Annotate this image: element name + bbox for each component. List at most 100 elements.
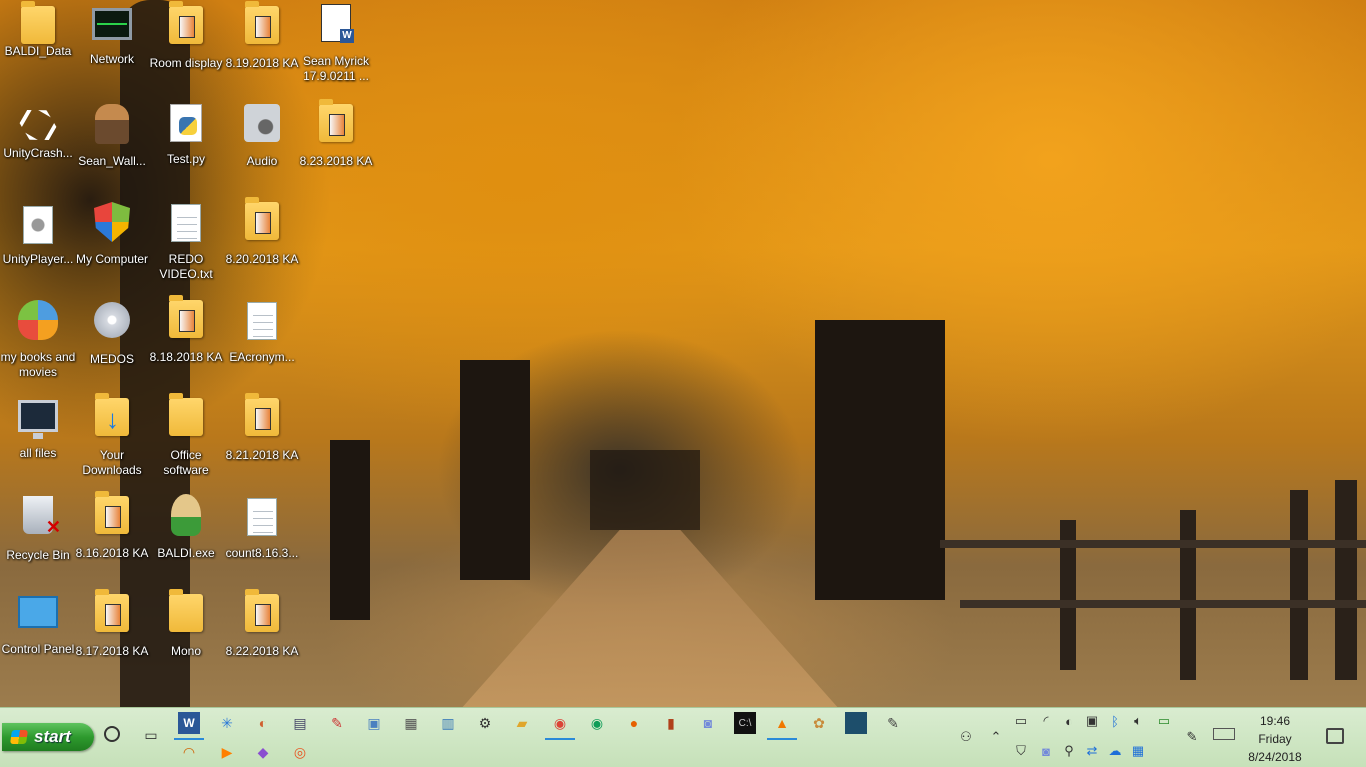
discord-icon[interactable]: ◙ — [697, 712, 719, 734]
windows-flag-icon — [10, 730, 28, 744]
desktop-icon-mono[interactable]: Mono — [148, 589, 224, 680]
chevron-up-icon[interactable]: ⌃ — [987, 728, 1005, 746]
notepad-icon[interactable]: ▥ — [437, 712, 459, 734]
volume-icon[interactable]: 🔈︎ — [1129, 712, 1147, 730]
chrome-app-icon[interactable]: ◉ — [545, 712, 575, 740]
desktop-icon-ka-8-20[interactable]: 8.20.2018 KA — [224, 197, 300, 288]
ubuntu-icon[interactable]: ◎ — [289, 741, 311, 763]
command-prompt-icon[interactable]: C:\ — [734, 712, 756, 734]
desktop-icon-unity-crash[interactable]: UnityCrash... — [0, 100, 76, 190]
control-panel-icon — [18, 596, 58, 628]
desktop-icon-baldi-exe[interactable]: BALDI.exe — [148, 492, 224, 582]
book-app-icon[interactable] — [845, 712, 867, 734]
ka-folder-icon — [169, 295, 203, 338]
icon-label: Your Downloads — [82, 448, 142, 477]
ka-folder-icon — [95, 589, 129, 632]
desktop-icon-baldi-data[interactable]: BALDI_Data — [0, 1, 76, 92]
shield-icon — [94, 202, 130, 242]
desktop-icon-ka-8-23[interactable]: 8.23.2018 KA — [298, 99, 374, 190]
document-app-icon[interactable]: ▤ — [289, 712, 311, 734]
icon-label: BALDI_Data — [4, 44, 72, 58]
desktop-icon-ka-8-22[interactable]: 8.22.2018 KA — [224, 589, 300, 680]
bluetooth-icon[interactable]: ᛒ — [1106, 712, 1124, 730]
wallpaper-tree-trunk — [460, 360, 530, 580]
firefox-icon[interactable]: ● — [623, 712, 645, 734]
onedrive-icon[interactable]: ☁ — [1106, 742, 1124, 760]
monitor-icon — [18, 400, 58, 439]
task-view-icon[interactable]: ▭ — [140, 724, 162, 746]
desktop-icon-room-display[interactable]: Room display — [148, 1, 224, 92]
app-icon[interactable]: ◆ — [252, 741, 274, 763]
vlc-icon[interactable]: ▲ — [767, 712, 797, 740]
desktop-icon-ka-8-18[interactable]: 8.18.2018 KA — [148, 295, 224, 386]
clock-date: 8/24/2018 — [1248, 750, 1302, 764]
desktop-icon-count[interactable]: count8.16.3... — [224, 492, 300, 582]
desktop-icon-ka-8-16[interactable]: 8.16.2018 KA — [74, 491, 150, 582]
calculator-icon[interactable]: ▦ — [400, 712, 422, 734]
desktop-icon-your-downloads[interactable]: Your Downloads — [74, 393, 150, 484]
desktop-icon-medos[interactable]: MEDOS — [74, 296, 150, 386]
media-player-icon[interactable]: ▶ — [216, 741, 238, 763]
icon-label: 8.18.2018 KA — [149, 350, 223, 364]
desktop-icon-test-py[interactable]: Test.py — [148, 100, 224, 190]
desktop-icon-recycle-bin[interactable]: Recycle Bin — [0, 492, 76, 582]
lock-icon[interactable]: ▣ — [1083, 712, 1101, 730]
desktop-icon-sean-wall[interactable]: Sean_Wall... — [74, 100, 150, 190]
edit-app-icon[interactable]: ✎ — [882, 712, 904, 734]
chrome-icon[interactable]: ◉ — [586, 712, 608, 734]
ka-folder-icon — [95, 491, 129, 534]
desktop-icon-control-panel[interactable]: Control Panel — [0, 590, 76, 680]
desktop-icon-unity-player[interactable]: UnityPlayer... — [0, 198, 76, 288]
start-button[interactable]: start — [2, 723, 94, 751]
recycle-bin-icon — [23, 496, 61, 538]
desktop-icon-ka-8-19[interactable]: 8.19.2018 KA — [224, 1, 300, 92]
download-folder-icon — [95, 393, 129, 436]
defender-shield-icon[interactable]: ⛉ — [1012, 742, 1030, 760]
film-app-icon[interactable]: ▮ — [660, 712, 682, 734]
icon-label: 8.20.2018 KA — [225, 252, 299, 266]
desktop-icon-my-computer[interactable]: My Computer — [74, 198, 150, 288]
action-center-icon[interactable] — [1326, 728, 1344, 744]
app-icon[interactable]: ✳ — [216, 712, 238, 734]
desktop-icon-all-files[interactable]: all files — [0, 394, 76, 484]
unity-icon — [15, 102, 61, 148]
ka-folder-icon — [245, 197, 279, 240]
discord-tray-icon[interactable]: ◙ — [1037, 742, 1055, 760]
battery-icon[interactable]: ▭ — [1155, 712, 1173, 730]
settings-icon[interactable]: ⚙ — [474, 712, 496, 734]
game-app-icon[interactable]: ✿ — [808, 712, 830, 734]
pen-icon[interactable]: ✎ — [1183, 728, 1201, 746]
file-explorer-icon[interactable]: ▰ — [511, 712, 533, 734]
network-tray-icon[interactable]: ▦ — [1129, 742, 1147, 760]
wallpaper-fence-post — [1335, 480, 1357, 680]
desktop-icon-eacronym[interactable]: EAcronym... — [224, 296, 300, 386]
text-file-icon — [247, 302, 277, 340]
display-icon[interactable]: ▭ — [1012, 712, 1030, 730]
cortana-icon[interactable] — [104, 726, 120, 742]
word-app-icon[interactable]: W — [174, 712, 204, 740]
user-tray-icon[interactable]: ◐ — [1060, 712, 1078, 730]
keyboard-icon[interactable] — [1213, 728, 1235, 740]
desktop-icon-office-software[interactable]: Office software — [148, 393, 224, 484]
teamviewer-icon[interactable]: ⇄ — [1083, 742, 1101, 760]
desktop-icon-my-books[interactable]: my books and movies — [0, 296, 76, 386]
people-icon[interactable]: ⚇ — [957, 728, 975, 746]
paint-palette-icon[interactable]: ✎ — [326, 712, 348, 734]
headphones-icon[interactable]: ◠ — [178, 741, 200, 763]
paint-app-icon[interactable]: ◐ — [252, 712, 274, 734]
desktop-icon-redo-video[interactable]: REDO VIDEO.txt — [148, 198, 224, 288]
desktop-icon-sean-myrick[interactable]: Sean Myrick 17.9.0211 ... — [298, 2, 374, 92]
ka-folder-icon — [245, 1, 279, 44]
desktop-icon-ka-8-17[interactable]: 8.17.2018 KA — [74, 589, 150, 680]
icon-label: count8.16.3... — [225, 546, 299, 560]
image-viewer-icon[interactable]: ▣ — [363, 712, 385, 734]
wallpaper-tree-trunk — [330, 440, 370, 620]
desktop-icon-audio[interactable]: Audio — [224, 100, 300, 190]
desktop-icon-ka-8-21[interactable]: 8.21.2018 KA — [224, 393, 300, 484]
wifi-icon[interactable]: ◜ — [1037, 712, 1055, 730]
desktop-icon-network[interactable]: Network — [74, 2, 150, 92]
taskbar-clock[interactable]: 19:46 Friday 8/24/2018 — [1240, 712, 1310, 766]
network-icon — [92, 8, 132, 40]
wallpaper-fence-post — [1180, 510, 1196, 680]
usb-icon[interactable]: ⚲ — [1060, 742, 1078, 760]
